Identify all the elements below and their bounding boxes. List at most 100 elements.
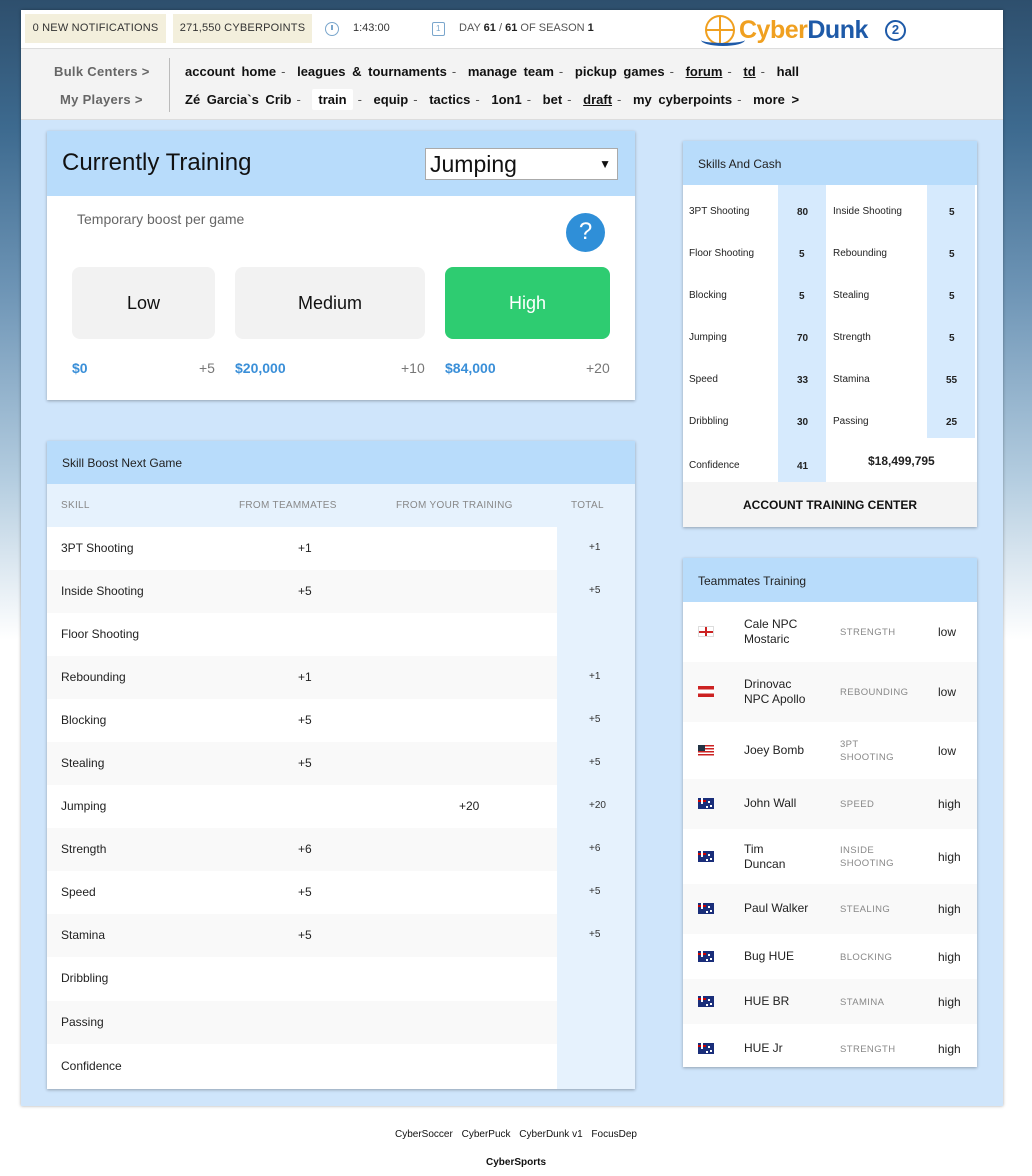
skill-name: Speed xyxy=(689,374,718,385)
skill-value: 55 xyxy=(946,375,958,386)
teammate-name[interactable]: Tim Duncan xyxy=(744,842,785,872)
day-total: 61 xyxy=(505,22,518,34)
teammate-skill: STRENGTH xyxy=(840,626,895,639)
teammate-skill: STRENGTH xyxy=(840,1043,895,1056)
footer-link-focusdep[interactable]: FocusDep xyxy=(591,1129,637,1140)
boost-total: +5 xyxy=(589,585,601,596)
boost-skill-name: Confidence xyxy=(61,1059,122,1073)
table-row: Strength +6 +6 xyxy=(47,828,600,871)
boost-skill-name: Jumping xyxy=(61,799,107,813)
nav-bet[interactable]: bet xyxy=(543,92,563,107)
table-row: Passing xyxy=(47,1001,557,1044)
teammate-name-line1: Joey Bomb xyxy=(744,742,805,757)
skills-header: Skills And Cash xyxy=(683,141,977,185)
teammate-skill: SPEED xyxy=(840,798,874,811)
nav-hall[interactable]: hall xyxy=(777,64,799,79)
nav-leagues-tournaments[interactable]: leagues & tournaments xyxy=(297,64,447,79)
list-item: HUE BR STAMINA high xyxy=(683,979,977,1024)
teammate-name-line1: Bug HUE xyxy=(744,948,795,963)
skill-name: Dribbling xyxy=(689,416,729,427)
teammate-name[interactable]: HUE Jr xyxy=(744,1041,783,1056)
australia-flag-icon xyxy=(698,798,714,809)
training-skill-select[interactable]: Jumping ▼ xyxy=(425,148,618,180)
cyberpoints-badge[interactable]: 271,550 CYBERPOINTS xyxy=(173,14,312,43)
nav-divider xyxy=(169,58,170,112)
footer-link-cybersoccer[interactable]: CyberSoccer xyxy=(395,1129,453,1140)
teammate-skill: REBOUNDING xyxy=(840,686,908,699)
boost-skill-name: Passing xyxy=(61,1015,104,1029)
teammate-name[interactable]: Bug HUE xyxy=(744,949,794,964)
skill-name: Floor Shooting xyxy=(689,248,755,259)
nav-1on1[interactable]: 1on1 xyxy=(491,92,521,107)
teammates-training-panel: Teammates Training Cale NPC Mostaric STREN… xyxy=(683,558,977,1067)
boost-from-teammates: +5 xyxy=(298,928,312,942)
teammate-name[interactable]: HUE BR xyxy=(744,994,789,1009)
footer-link-cyberpuck[interactable]: CyberPuck xyxy=(462,1129,511,1140)
bulk-centers-link[interactable]: Bulk Centers > xyxy=(54,64,150,79)
nav-more[interactable]: more > xyxy=(753,92,799,107)
top-bar: 0 NEW NOTIFICATIONS 271,550 CYBERPOINTS … xyxy=(21,10,1003,48)
teammate-name-line2: Duncan xyxy=(744,856,786,871)
intensity-medium-button[interactable]: Medium xyxy=(235,267,425,339)
notifications-badge[interactable]: 0 NEW NOTIFICATIONS xyxy=(25,14,166,43)
training-title: Currently Training xyxy=(62,149,252,176)
low-price: $0 xyxy=(72,360,88,376)
teammate-name[interactable]: Drinovac NPC Apollo xyxy=(744,677,805,707)
list-item: Joey Bomb 3PT SHOOTING low xyxy=(683,722,977,779)
teammate-skill-line1: STRENGTH xyxy=(840,627,896,638)
nav-my-cyberpoints[interactable]: my cyberpoints xyxy=(633,92,732,107)
boost-skill-name: Stamina xyxy=(61,928,106,942)
skill-name: Jumping xyxy=(689,332,727,343)
teammate-name[interactable]: Cale NPC Mostaric xyxy=(744,617,797,647)
footer-brand[interactable]: CyberSports xyxy=(0,1157,1032,1168)
table-row: 3PT Shooting +1 +1 xyxy=(47,527,600,570)
nav-forum[interactable]: forum xyxy=(686,64,723,79)
teammate-level: low xyxy=(938,625,957,639)
skill-boost-table-header: SKILL FROM TEAMMATES FROM YOUR TRAINING … xyxy=(47,484,635,527)
account-training-center-button[interactable]: ACCOUNT TRAINING CENTER xyxy=(683,482,977,527)
boost-from-teammates: +6 xyxy=(298,842,312,856)
boost-from-teammates: +1 xyxy=(298,541,312,555)
skills-title: Skills And Cash xyxy=(698,157,782,171)
teammate-skill: 3PT SHOOTING xyxy=(840,738,894,764)
logo-text: CyberDunk xyxy=(739,16,868,45)
list-item: Tim Duncan INSIDE SHOOTING high xyxy=(683,829,977,884)
currently-training-panel: Currently Training Jumping ▼ Temporary b… xyxy=(47,131,635,400)
nav-td[interactable]: td xyxy=(743,64,755,79)
boost-skill-name: Inside Shooting xyxy=(61,584,144,598)
nav-row-player: Zé Garcia`s Crib - train - equip - tactics -… xyxy=(185,89,799,110)
day-label: DAY xyxy=(459,22,481,34)
teammate-skill-line2: SHOOTING xyxy=(840,751,894,763)
teammate-skill: STAMINA xyxy=(840,996,884,1009)
table-row: Stamina +5 +5 xyxy=(47,914,600,957)
teammate-level: high xyxy=(938,1042,961,1056)
teammate-name[interactable]: Joey Bomb xyxy=(744,743,804,758)
usa-flag-icon xyxy=(698,744,714,756)
skill-boost-title: Skill Boost Next Game xyxy=(62,456,183,470)
nav-tactics[interactable]: tactics xyxy=(429,92,470,107)
teammate-skill: STEALING xyxy=(840,903,890,916)
boost-total: +1 xyxy=(589,542,601,553)
cyberdunk-logo[interactable]: CyberDunk 2 xyxy=(701,12,916,46)
skill-name: Confidence xyxy=(689,460,740,471)
intensity-low-button[interactable]: Low xyxy=(72,267,215,339)
skill-value: 41 xyxy=(797,461,809,472)
intensity-high-button[interactable]: High xyxy=(445,267,610,339)
nav-account-home[interactable]: account home xyxy=(185,64,276,79)
skill-boost-panel: Skill Boost Next Game SKILL FROM TEAMMAT… xyxy=(47,441,635,1089)
teammate-name[interactable]: Paul Walker xyxy=(744,901,808,916)
teammate-name-line1: HUE BR xyxy=(744,993,790,1008)
list-item: Bug HUE BLOCKING high xyxy=(683,934,977,979)
boost-total: +6 xyxy=(589,843,601,854)
nav-equip[interactable]: equip xyxy=(374,92,409,107)
nav-pickup-games[interactable]: pickup games xyxy=(575,64,665,79)
help-button[interactable]: ? xyxy=(566,213,605,252)
nav-draft[interactable]: draft xyxy=(583,92,612,107)
teammate-name[interactable]: John Wall xyxy=(744,796,796,811)
nav-manage-team[interactable]: manage team xyxy=(468,64,554,79)
footer-link-cyberdunk-v1[interactable]: CyberDunk v1 xyxy=(519,1129,582,1140)
footer-links: CyberSoccer CyberPuck CyberDunk v1 Focus… xyxy=(0,1129,1032,1140)
my-players-link[interactable]: My Players > xyxy=(60,92,143,107)
nav-player-crib[interactable]: Zé Garcia`s Crib xyxy=(185,92,291,107)
nav-train[interactable]: train xyxy=(312,89,353,110)
